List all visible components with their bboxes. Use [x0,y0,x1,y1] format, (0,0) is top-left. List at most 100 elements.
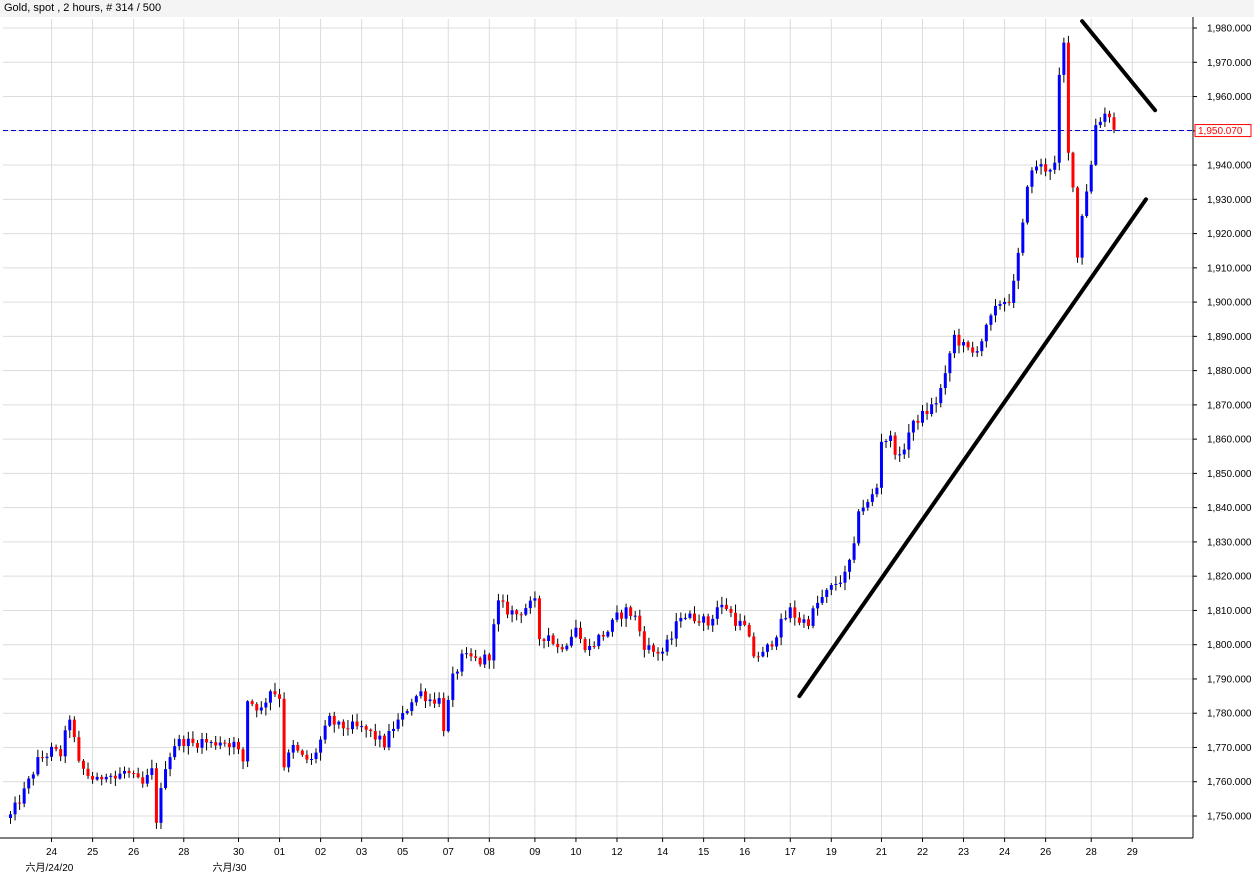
candle-body-down [132,773,136,775]
candle-body-up [159,788,163,823]
x-tick-label: 17 [785,847,797,858]
candle-body-up [1048,169,1052,172]
candle-body-down [1112,117,1116,130]
candle-body-down [18,802,22,804]
candle-body-up [437,697,441,704]
candle-body-down [332,715,336,725]
candle-body-up [569,636,573,646]
candle-body-up [1039,164,1043,167]
candle-body-up [811,608,815,626]
candle-body-up [104,776,108,780]
candle-body-up [889,435,893,442]
x-tick-label: 22 [917,847,929,858]
candle-body-down [423,691,427,702]
candle-body-down [382,735,386,748]
candle-body-down [1044,164,1048,172]
candle-body-up [834,583,838,585]
x-tick-label: 03 [356,847,368,858]
candle-body-up [779,618,783,638]
y-tick-label: 1,830.000 [1207,537,1252,548]
y-tick-label: 1,760.000 [1207,777,1252,788]
candle-body-up [465,653,468,655]
candle-body-up [109,775,113,777]
x-tick-label: 07 [443,847,455,858]
y-tick-label: 1,840.000 [1207,503,1252,514]
y-tick-label: 1,880.000 [1207,366,1252,377]
candle-body-up [1016,252,1020,281]
candle-body-up [1025,186,1029,223]
candle-body-down [81,760,85,769]
candle-body-up [921,410,924,423]
candle-body-up [829,584,833,590]
candle-body-down [442,697,446,732]
candle-body-up [993,305,997,316]
candle-body-up [984,324,988,342]
price-chart[interactable]: 1,750.000 1,760.000 1,770.000 1,780.000 1,79… [0,17,1254,880]
candle-body-up [392,728,396,732]
x-tick-label: 14 [657,847,669,858]
candle-body-up [451,673,455,700]
candle-body-down [223,742,227,744]
candle-body-up [259,707,263,711]
candle-body-up [665,639,669,652]
candle-body-down [136,773,140,778]
y-tick-label: 1,910.000 [1207,263,1252,274]
candle-body-up [943,373,947,389]
candle-body-up [934,403,938,405]
candle-body-up [428,699,432,702]
candle-body-up [232,741,236,748]
candle-body-up [118,773,122,779]
candle-body-up [455,671,459,674]
candle-body-up [911,420,915,433]
candle-body-down [642,631,646,650]
y-tick-label: 1,940.000 [1207,161,1252,172]
candle-body-down [579,627,582,640]
candle-body-up [145,774,149,784]
x-tick-label: 28 [1086,847,1098,858]
candle-body-up [483,654,487,665]
candle-body-down [583,639,587,651]
candle-body-up [884,441,888,443]
candle-body-up [291,744,295,753]
candle-body-up [405,711,409,714]
candle-body-down [40,757,44,759]
candle-body-up [1021,222,1025,253]
candle-body-down [693,613,696,622]
candle-body-down [59,749,63,757]
candle-body-up [309,759,313,761]
x-tick-label: 24 [46,847,58,858]
y-tick-label: 1,970.000 [1207,58,1252,69]
candle-body-down [141,777,145,784]
candle-body-up [907,432,911,450]
candle-body-down [551,635,555,644]
candle-body-down [1107,113,1111,118]
candle-body-down [341,721,345,729]
candle-body-up [715,607,719,619]
candle-body-up [528,600,532,609]
candle-body-down [100,776,104,780]
candle-body-up [879,441,883,488]
month-label: 六月/24/20 [26,862,74,874]
x-tick-label: 09 [529,847,541,858]
candle-body-down [601,634,605,637]
candle-body-down [793,607,797,618]
candle-body-down [191,738,195,744]
candle-body-up [838,582,842,584]
candle-body-up [95,776,99,780]
candle-body-up [45,756,49,759]
candle-body-up [1085,191,1089,216]
y-tick-label: 1,800.000 [1207,640,1252,651]
candle-body-down [369,729,373,732]
x-tick-label: 08 [484,847,496,858]
candle-body-down [916,420,920,423]
candle-body-down [273,691,277,695]
candle-body-down [560,647,564,650]
candle-body-up [360,726,364,728]
y-tick-label: 1,890.000 [1207,332,1252,343]
candle-body-up [177,739,181,747]
candle-body-down [556,643,560,648]
candle-body-up [419,691,423,697]
candle-body-up [624,607,628,619]
candle-body-up [606,631,610,637]
candle-body-up [9,814,12,819]
